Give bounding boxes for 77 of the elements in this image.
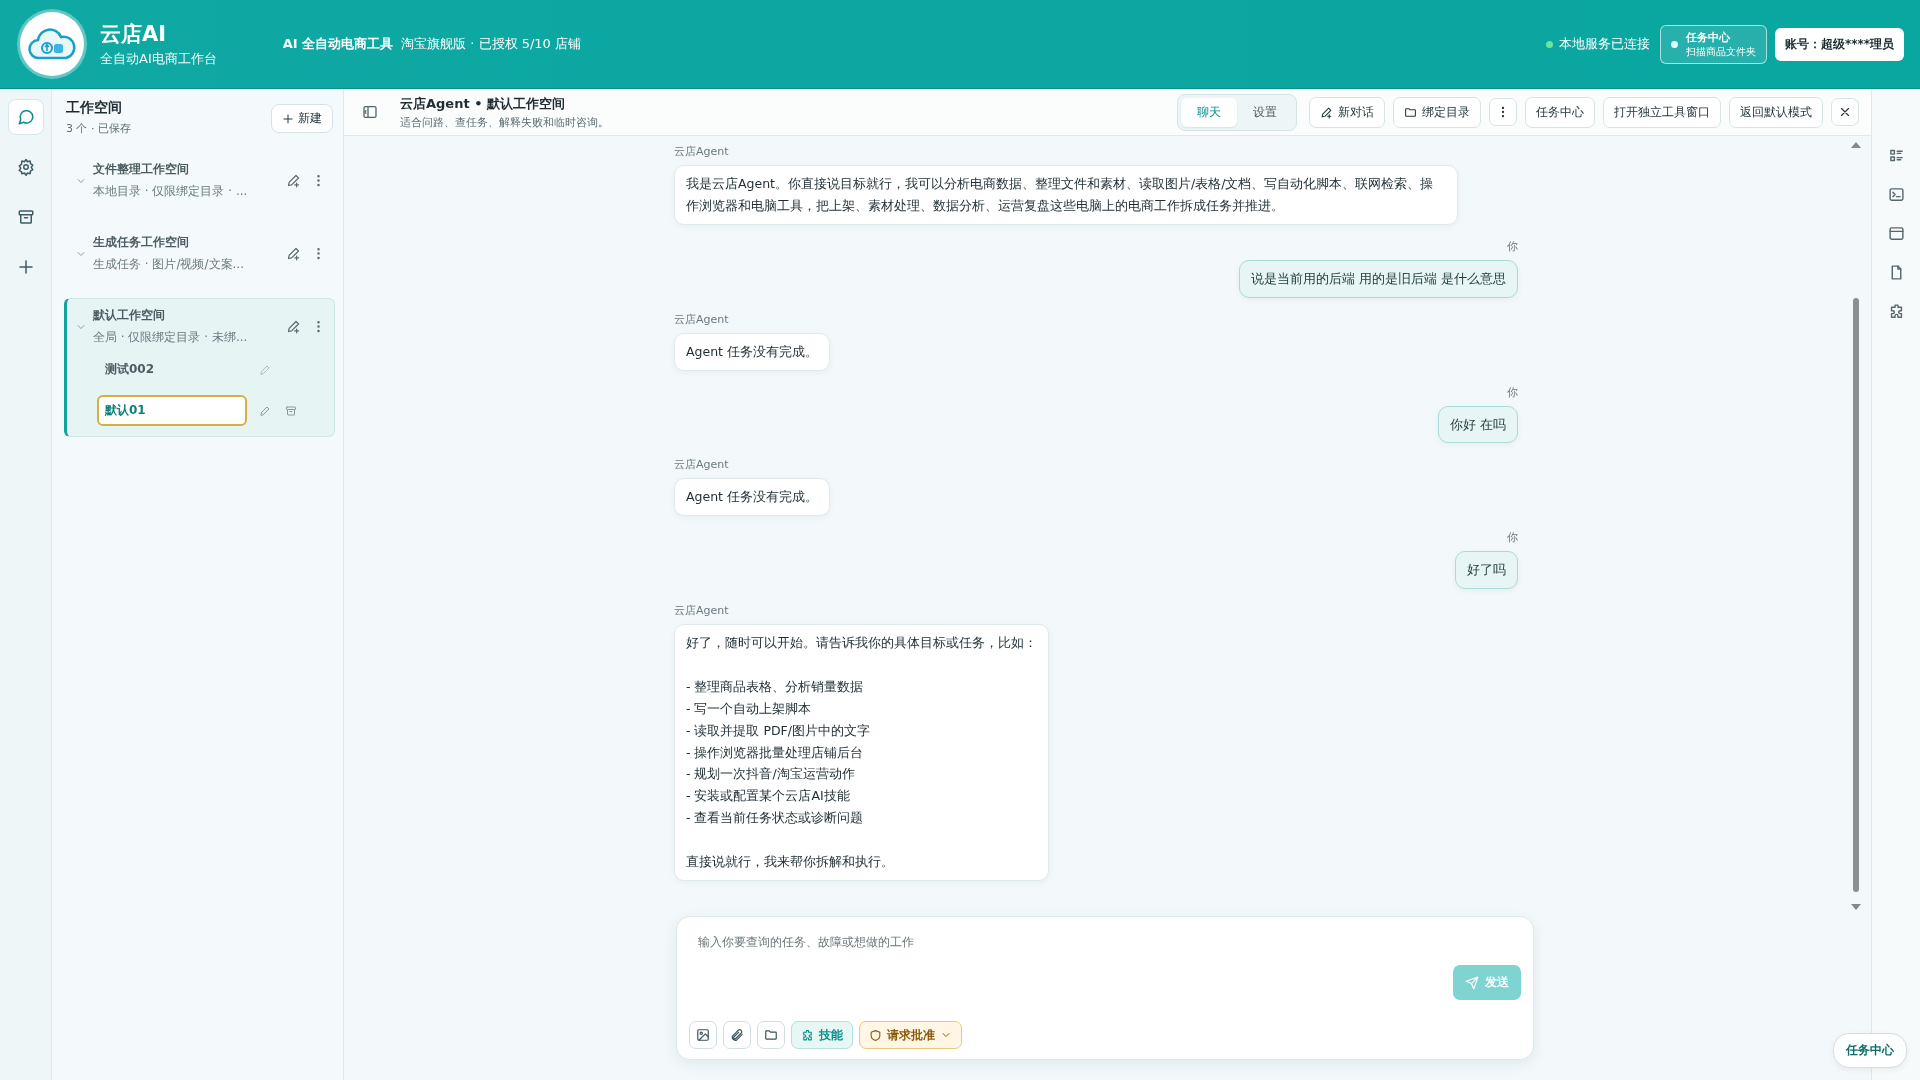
message-line: - 操作浏览器批量处理店铺后台 <box>686 743 865 762</box>
user-message: 好了吗 <box>1455 551 1518 590</box>
folder-button[interactable] <box>757 1021 785 1049</box>
chat-subtitle: 适合问路、查任务、解释失败和临时咨询。 <box>400 114 609 130</box>
cloud-logo <box>20 12 84 76</box>
puzzle-icon <box>801 1028 814 1042</box>
sender-label: 你 <box>1507 530 1518 546</box>
message-line: - 整理商品表格、分析销量数据 <box>686 677 865 696</box>
new-workspace-button[interactable]: 新建 <box>271 104 333 133</box>
workspace-description: 本地目录 · 仅限绑定目录 · ... <box>93 183 249 200</box>
message-line: 好了，随时可以开始。请告诉我你的具体目标或任务，比如： <box>686 634 1037 653</box>
agent-message: Agent 任务没有完成。 <box>674 332 830 371</box>
workspace-description: 全局 · 仅限绑定目录 · 未绑... <box>93 329 249 346</box>
window-icon[interactable] <box>1887 225 1905 242</box>
plus-icon <box>282 112 294 125</box>
mode-tab[interactable]: 设置 <box>1237 97 1293 127</box>
message-input[interactable]: 输入你要查询的任务、故障或想做的工作 <box>689 931 1521 953</box>
close-icon <box>1838 105 1852 119</box>
terminal-icon[interactable] <box>1887 186 1905 203</box>
chat-icon[interactable] <box>7 99 44 135</box>
new-chat-button[interactable]: 新对话 <box>1309 96 1385 128</box>
license-info: 淘宝旗舰版 · 已授权 5/10 店铺 <box>401 35 582 53</box>
attach-button[interactable] <box>723 1021 751 1049</box>
workspace-item[interactable]: 生成任务工作空间 生成任务 · 图片/视频/文案... <box>64 225 335 282</box>
sender-label: 云店Agent <box>674 457 729 473</box>
user-message: 说是当前用的后端 用的是旧后端 是什么意思 <box>1239 259 1518 298</box>
sender-label: 云店Agent <box>674 311 729 327</box>
message-line: - 查看当前任务状态或诊断问题 <box>686 809 865 828</box>
sidebar-title: 工作空间 <box>66 99 123 117</box>
send-icon <box>1465 975 1479 990</box>
folder-icon <box>764 1028 778 1042</box>
paperclip-icon <box>730 1028 744 1042</box>
toolbar-button[interactable]: 任务中心 <box>1525 96 1595 128</box>
approval-dropdown[interactable]: 请求批准 <box>859 1021 962 1049</box>
workspace-item[interactable]: 文件整理工作空间 本地目录 · 仅限绑定目录 · ... <box>64 152 335 209</box>
account-button[interactable]: 账号：超级****理员 <box>1774 27 1904 61</box>
toolbar-button[interactable]: 返回默认模式 <box>1729 96 1823 128</box>
image-button[interactable] <box>689 1021 717 1049</box>
sender-label: 云店Agent <box>674 144 729 159</box>
message-line: - 写一个自动上架脚本 <box>686 699 813 718</box>
task-center-button[interactable]: 任务中心 <box>1833 1033 1907 1068</box>
user-message: 你好 在吗 <box>1438 405 1518 444</box>
session-name[interactable]: 默认01 <box>97 395 247 426</box>
message-line: 直接说就行，我来帮你拆解和执行。 <box>686 852 895 871</box>
workspace-name: 文件整理工作空间 <box>93 161 190 178</box>
service-status: 本地服务已连接 <box>1558 35 1650 53</box>
workspace-name: 默认工作空间 <box>93 307 166 324</box>
message-line: - 安装或配置某个云店AI技能 <box>686 787 851 806</box>
session-name[interactable]: 测试002 <box>97 354 247 385</box>
bind-folder-button[interactable]: 绑定目录 <box>1393 96 1481 128</box>
sidebar-subtitle: 3 个 · 已保存 <box>66 121 131 136</box>
image-icon <box>696 1028 710 1042</box>
workspace-item[interactable]: 默认工作空间 全局 · 仅限绑定目录 · 未绑... 测试002 默认01 <box>64 298 335 437</box>
message-line: - 规划一次抖音/淘宝运营动作 <box>686 765 856 784</box>
agent-message: Agent 任务没有完成。 <box>674 478 830 517</box>
product-name: AI 全自动电商工具 <box>282 35 394 53</box>
skills-button[interactable]: 技能 <box>791 1021 853 1049</box>
sender-label: 云店Agent <box>674 603 729 619</box>
toolbar-button[interactable]: 打开独立工具窗口 <box>1603 96 1721 128</box>
workspace-description: 生成任务 · 图片/视频/文案... <box>93 256 245 273</box>
sidebar-toggle-icon[interactable] <box>362 104 378 120</box>
app-subtitle: 全自动AI电商工作台 <box>100 50 217 68</box>
status-dot <box>1545 40 1553 48</box>
workspace-name: 生成任务工作空间 <box>93 234 190 251</box>
list-icon[interactable] <box>1887 147 1905 164</box>
message-line: - 读取并提取 PDF/图片中的文字 <box>686 721 872 740</box>
agent-message: 我是云店Agent。你直接说目标就行，我可以分析电商数据、整理文件和素材、读取图片/表格/文档、写自动化脚本、联网检索、操作浏览器和电脑工具，把上架、素材处理、数据分析、运营复盘这些电脑上的电商工作拆成任务并推进。 <box>674 165 1458 225</box>
pen-icon <box>1320 105 1333 119</box>
mode-tab[interactable]: 聊天 <box>1181 97 1237 127</box>
scrollbar[interactable] <box>1851 142 1861 910</box>
sender-label: 你 <box>1507 384 1518 400</box>
close-button[interactable] <box>1831 98 1859 126</box>
app-name: 云店AI <box>100 21 168 48</box>
shield-icon <box>869 1028 882 1042</box>
sender-label: 你 <box>1507 238 1518 254</box>
chat-title: 云店Agent • 默认工作空间 <box>400 94 566 113</box>
folder-icon <box>1404 105 1417 119</box>
